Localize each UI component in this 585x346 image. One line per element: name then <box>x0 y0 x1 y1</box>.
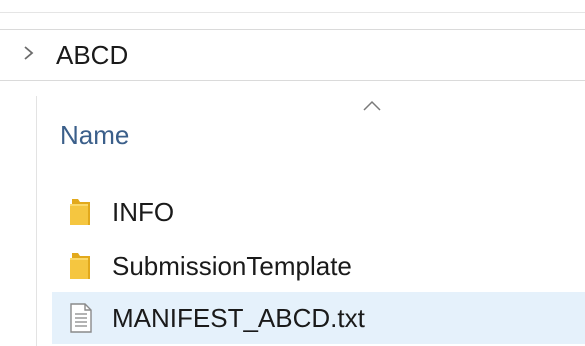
file-name: INFO <box>112 197 175 227</box>
chevron-right-icon[interactable] <box>22 44 36 62</box>
navigation-pane-divider <box>36 96 37 346</box>
file-row-info[interactable]: INFO <box>52 186 585 238</box>
file-row-submissiontemplate[interactable]: SubmissionTemplate <box>52 240 585 292</box>
file-explorer-window: ABCD Name INFO SubmissionTemplate MANIFE… <box>0 0 585 346</box>
column-header-name[interactable]: Name <box>60 120 129 150</box>
file-row-manifest[interactable]: MANIFEST_ABCD.txt <box>52 292 585 344</box>
sort-ascending-icon <box>363 100 381 111</box>
text-file-icon <box>70 303 92 333</box>
toolbar-strip <box>0 0 585 13</box>
folder-icon <box>70 199 90 225</box>
folder-icon <box>70 253 90 279</box>
breadcrumb-item-abcd[interactable]: ABCD <box>56 40 128 70</box>
file-name: SubmissionTemplate <box>112 251 352 281</box>
address-bar-bottom-border <box>0 80 585 81</box>
file-name: MANIFEST_ABCD.txt <box>112 303 365 333</box>
